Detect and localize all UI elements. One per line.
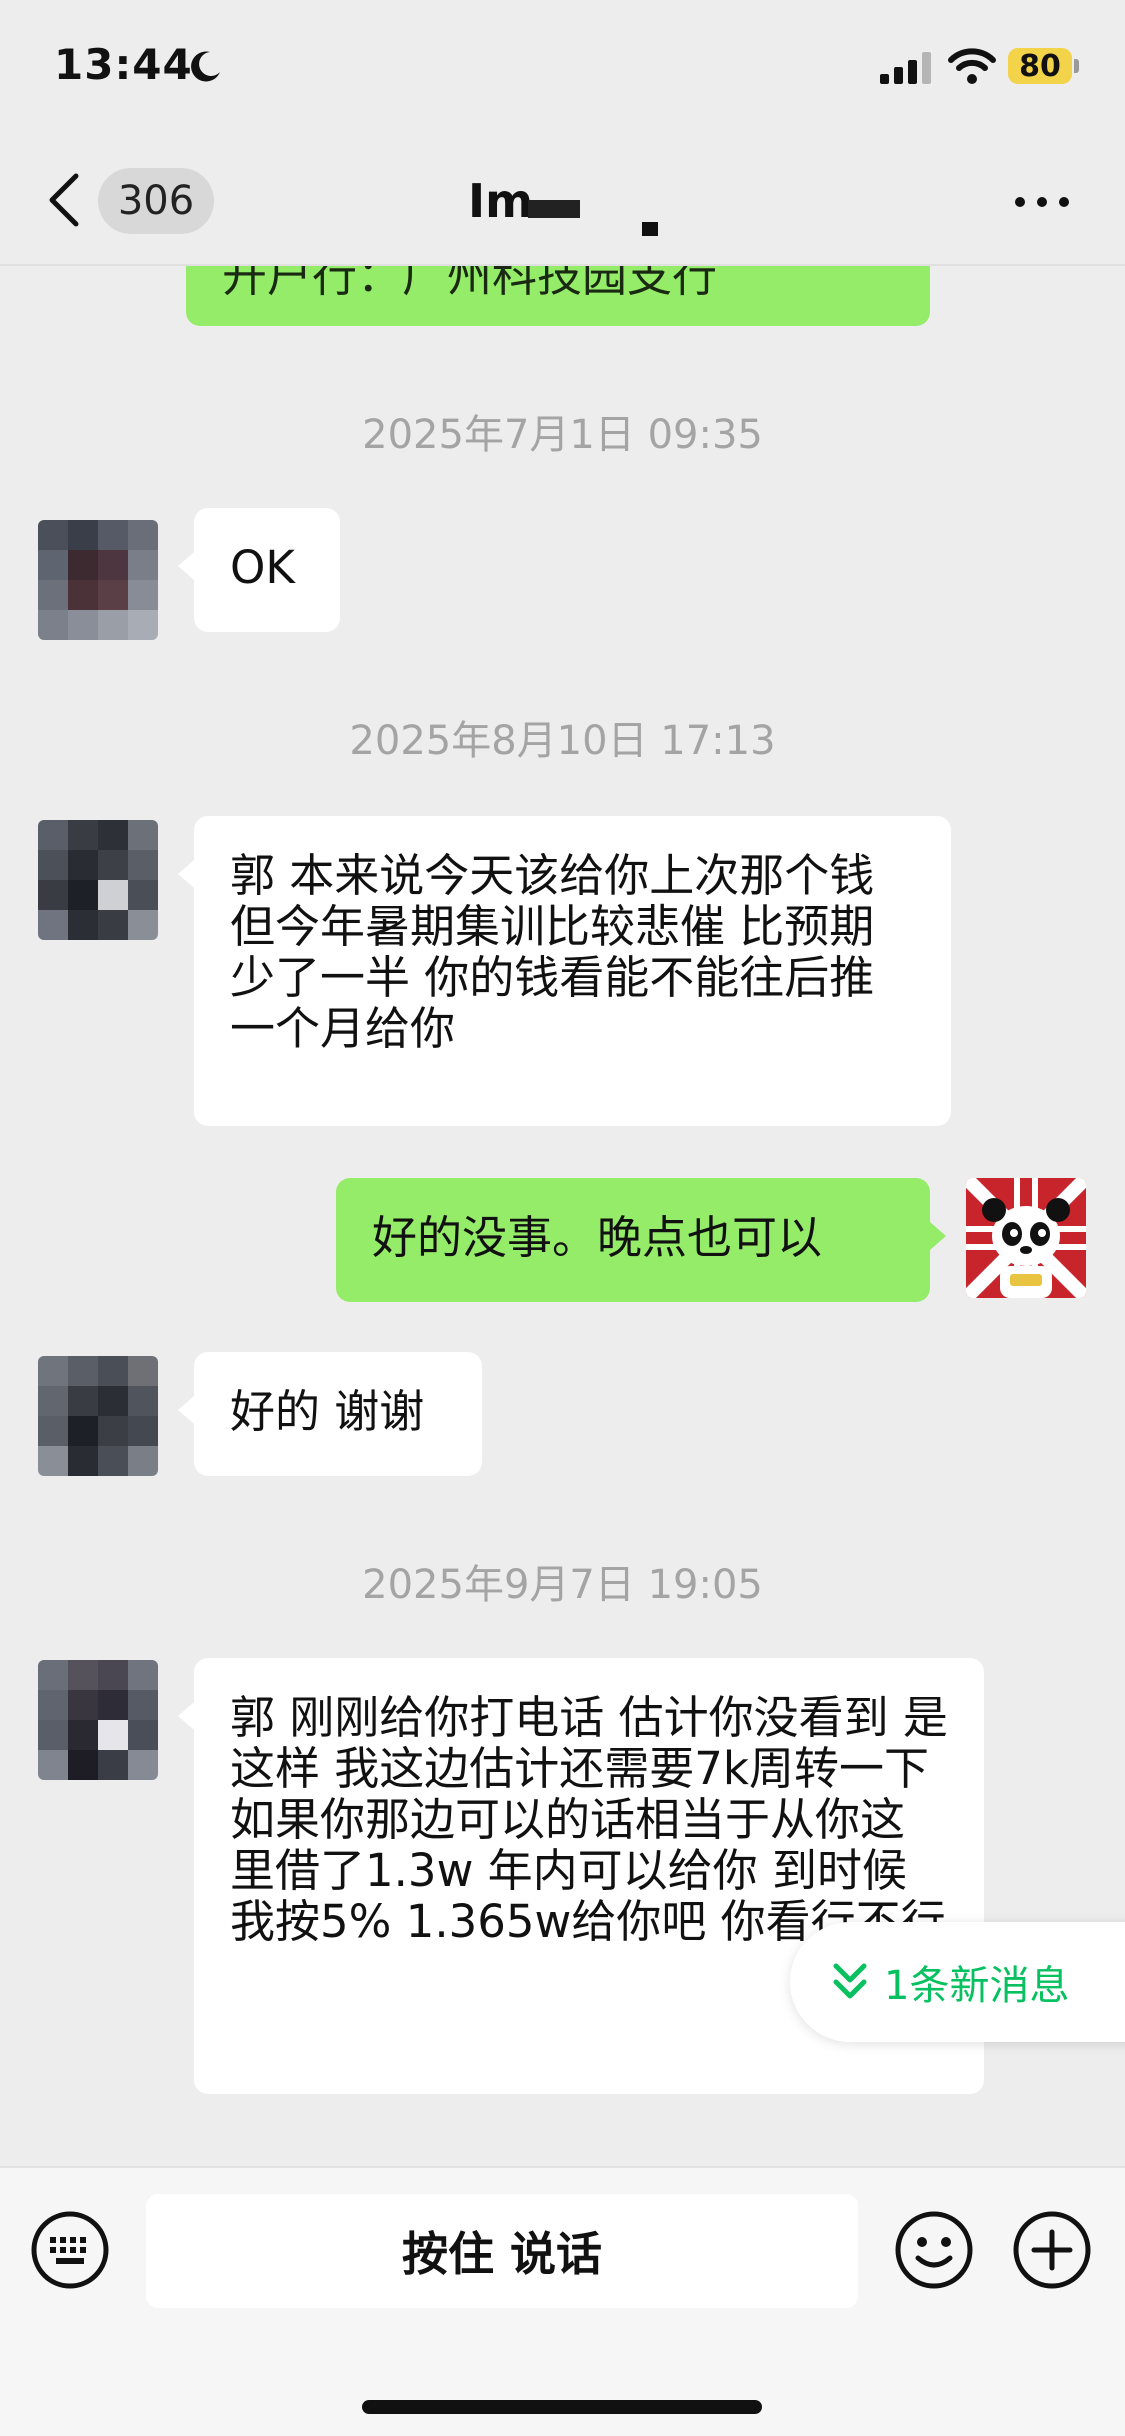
new-message-indicator[interactable]: 1条新消息 [790,1922,1125,2042]
keyboard-icon[interactable] [30,2210,110,2290]
hold-to-talk-button[interactable]: 按住 说话 [146,2194,858,2308]
message-bubble-outgoing[interactable]: 好的没事。晚点也可以 [336,1178,946,1302]
message-text: 好的没事。晚点也可以 [372,1211,823,1264]
contact-avatar[interactable] [38,1356,158,1476]
signal-icon [880,52,931,84]
chevron-left-icon[interactable] [44,170,84,230]
message-text: 好的 谢谢 [230,1385,425,1438]
status-time: 13:44 [54,40,193,89]
message-bubble-incoming[interactable]: 好的 谢谢 [178,1352,482,1476]
more-dots-icon[interactable] [1012,192,1072,212]
user-avatar-panda[interactable] [966,1178,1086,1298]
battery-tip [1074,59,1079,73]
unread-count-badge[interactable]: 306 [98,168,214,234]
wifi-icon [948,48,996,84]
timestamp: 2025年7月1日 09:35 [362,412,763,458]
status-bar: 13:44 80 [0,0,1125,140]
new-message-label: 1条新消息 [884,1963,1070,2009]
contact-avatar[interactable] [38,1660,158,1780]
battery-indicator: 80 [1008,48,1072,84]
message-bubble-incoming[interactable]: OK [178,508,340,632]
title-redaction [528,200,580,218]
message-text: 郭 本来说今天该给你上次那个钱 但今年暑期集训比较悲催 比预期少了一半 你的钱看… [230,849,875,1055]
contact-avatar[interactable] [38,520,158,640]
emoji-icon[interactable] [894,2210,974,2290]
timestamp: 2025年9月7日 19:05 [362,1562,763,1608]
title-redaction [642,222,658,236]
double-chevron-down-icon [833,1963,867,1999]
plus-icon[interactable] [1012,2210,1092,2290]
message-text: OK [230,541,295,594]
message-text: 郭 刚刚给你打电话 估计你没看到 是这样 我这边估计还需要7k周转一下 如果你那… [230,1691,948,1948]
chat-title: Im [468,174,534,228]
chat-header: 306 Im [0,140,1125,266]
home-indicator [362,2400,762,2414]
contact-avatar[interactable] [38,820,158,940]
moon-icon [191,51,220,82]
input-bar: 按住 说话 [0,2166,1125,2436]
timestamp: 2025年8月10日 17:13 [349,718,776,764]
message-bubble-incoming[interactable]: 郭 本来说今天该给你上次那个钱 但今年暑期集训比较悲催 比预期少了一半 你的钱看… [178,816,951,1126]
